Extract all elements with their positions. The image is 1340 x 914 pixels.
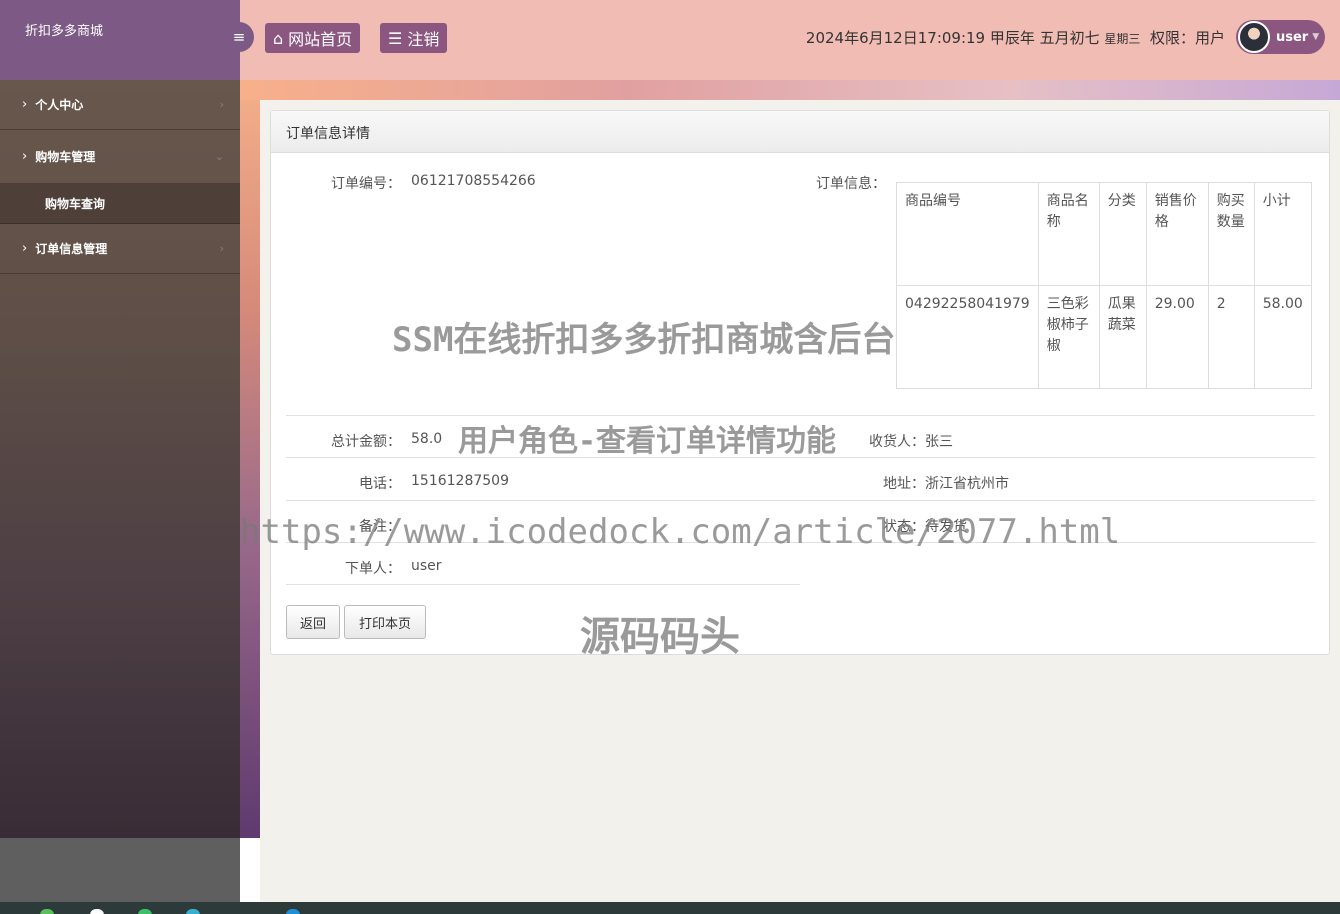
back-button[interactable]: 返回 (286, 605, 340, 639)
total-value: 58.0 (411, 431, 443, 447)
chevron-right-icon: › (219, 242, 224, 255)
os-taskbar (0, 902, 1340, 914)
phone-label: 电话： (359, 476, 401, 492)
watermark-url: https://www.icodedock.com/article/2077.h… (240, 512, 1121, 552)
chevron-right-icon: › (22, 149, 28, 164)
table-row: 04292258041979 三色彩椒柿子椒 瓜果蔬菜 29.00 2 58.0… (896, 285, 1312, 389)
orderer-value: user (411, 558, 442, 574)
logout-button[interactable]: ☰ 注销 (380, 23, 448, 53)
table-cell: 瓜果蔬菜 (1098, 285, 1147, 389)
caret-down-icon: ▼ (1312, 32, 1320, 42)
app-icon[interactable] (40, 909, 54, 914)
order-no-label: 订单编号： (331, 176, 401, 192)
sidebar-item-label: 订单信息管理 (35, 242, 108, 256)
divider (286, 500, 1315, 501)
sidebar-item-order-management[interactable]: › 订单信息管理 › (0, 224, 240, 274)
table-header-row: 商品编号 商品名称 分类 销售价格 购买数量 小计 (896, 182, 1312, 286)
username: user (1276, 29, 1309, 45)
chevron-down-icon: ⌄ (214, 150, 224, 163)
sidebar-subitem-cart-query[interactable]: 购物车查询 (0, 184, 240, 224)
chevron-right-icon: › (22, 97, 28, 112)
order-no-value: 06121708554266 (411, 173, 536, 189)
sidebar-item-label: 购物车管理 (35, 150, 96, 164)
app-icon[interactable] (90, 909, 104, 914)
sidebar-edge-decoration (240, 80, 260, 838)
table-cell: 三色彩椒柿子椒 (1037, 285, 1100, 389)
table-cell: 2 (1207, 285, 1255, 389)
watermark-source: 源码码头 (580, 614, 740, 660)
table-header-cell: 小计 (1253, 182, 1312, 286)
print-button[interactable]: 打印本页 (344, 605, 426, 639)
sidebar-item-personal-center[interactable]: › 个人中心 › (0, 80, 240, 130)
table-cell: 29.00 (1145, 285, 1209, 389)
app-icon[interactable] (286, 909, 300, 914)
avatar (1238, 21, 1270, 53)
main-content: 订单信息详情 订单编号： 06121708554266 订单信息： 商品编号 商… (260, 100, 1340, 902)
sidebar: 折扣多多商城 › 个人中心 › › 购物车管理 ⌄ 购物车查询 › 订单信息管理… (0, 0, 240, 838)
order-items-table: 商品编号 商品名称 分类 销售价格 购买数量 小计 04292258041979… (896, 182, 1312, 389)
sidebar-footer (0, 838, 240, 902)
logout-button-label: 注销 (407, 30, 440, 49)
table-header-cell: 商品编号 (896, 182, 1039, 286)
chevron-right-icon: › (219, 98, 224, 111)
total-label: 总计金额： (331, 434, 401, 450)
menu-icon: ≡ (232, 28, 246, 46)
list-icon: ☰ (388, 28, 403, 48)
home-button[interactable]: ⌂ 网站首页 (265, 23, 361, 53)
panel-title: 订单信息详情 (271, 111, 1329, 153)
datetime-text: 2024年6月12日17:09:19 甲辰年 五月初七 (805, 29, 1100, 47)
weekday-text: 星期三 (1104, 32, 1141, 46)
sidebar-item-label: 个人中心 (35, 98, 84, 112)
header-info: 2024年6月12日17:09:19 甲辰年 五月初七 星期三 权限：用户 (806, 27, 1225, 48)
table-header-cell: 商品名称 (1037, 182, 1100, 286)
permission-text: 权限：用户 (1149, 29, 1225, 47)
divider (286, 584, 800, 585)
home-button-label: 网站首页 (288, 30, 353, 49)
watermark-title: SSM在线折扣多多折扣商城含后台 (392, 320, 896, 360)
brand-title: 折扣多多商城 (0, 0, 240, 80)
user-menu[interactable]: user ▼ (1236, 20, 1325, 54)
table-header-cell: 销售价格 (1145, 182, 1209, 286)
address-label: 地址： (883, 476, 925, 492)
phone-value: 15161287509 (411, 473, 509, 489)
chevron-right-icon: › (22, 241, 28, 256)
order-detail-panel: 订单信息详情 订单编号： 06121708554266 订单信息： 商品编号 商… (270, 110, 1330, 655)
receiver-value: 张三 (925, 434, 953, 450)
table-cell: 58.00 (1253, 285, 1312, 389)
address-value: 浙江省杭州市 (925, 476, 1009, 492)
app-icon[interactable] (138, 909, 152, 914)
order-info-label: 订单信息： (816, 176, 886, 192)
watermark-subtitle: 用户角色-查看订单详情功能 (458, 424, 837, 459)
table-header-cell: 分类 (1098, 182, 1147, 286)
header-gradient-band (240, 80, 1340, 100)
orderer-label: 下单人： (345, 561, 401, 577)
top-header: ⌂ 网站首页 ☰ 注销 2024年6月12日17:09:19 甲辰年 五月初七 … (240, 0, 1340, 80)
home-icon: ⌂ (273, 28, 284, 48)
app-icon[interactable] (186, 909, 200, 914)
sidebar-item-cart-management[interactable]: › 购物车管理 ⌄ (0, 130, 240, 184)
table-cell: 04292258041979 (896, 285, 1039, 389)
sidebar-toggle-button[interactable]: ≡ (224, 22, 254, 52)
table-header-cell: 购买数量 (1207, 182, 1255, 286)
